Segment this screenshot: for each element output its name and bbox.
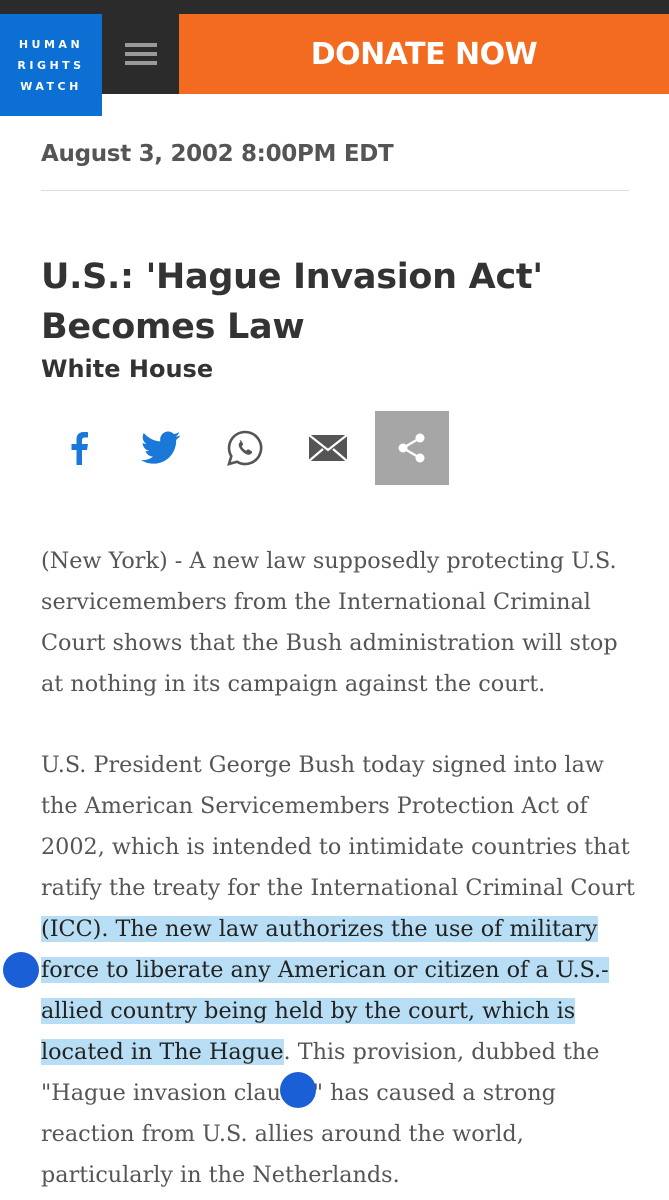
menu-button[interactable] xyxy=(102,14,179,94)
article-title: U.S.: 'Hague Invasion Act' Becomes Law xyxy=(41,252,641,352)
title-line-1: U.S.: 'Hague Invasion Act' xyxy=(41,257,543,297)
selection-start-handle[interactable] xyxy=(3,952,39,988)
share-button[interactable] xyxy=(375,411,449,485)
whatsapp-share-button[interactable] xyxy=(213,411,277,485)
logo-line-3: WATCH xyxy=(20,79,82,93)
facebook-icon xyxy=(71,432,88,465)
share-bar xyxy=(41,411,461,485)
paragraph-2-text-before: U.S. President George Bush today signed … xyxy=(41,752,635,901)
status-bar xyxy=(0,0,669,14)
article-date: August 3, 2002 8:00PM EDT xyxy=(41,141,394,167)
twitter-icon xyxy=(141,431,181,464)
share-icon xyxy=(398,433,425,463)
selection-end-handle[interactable] xyxy=(280,1072,316,1108)
hamburger-menu-icon xyxy=(124,43,157,65)
logo-line-2: RIGHTS xyxy=(17,58,85,72)
donate-label: DONATE NOW xyxy=(310,36,538,72)
title-line-2: Becomes Law xyxy=(41,307,305,347)
article-paragraph-1: (New York) - A new law supposedly protec… xyxy=(41,548,618,697)
article-location: White House xyxy=(41,355,214,383)
email-icon xyxy=(308,434,348,462)
divider xyxy=(41,190,629,191)
logo-line-1: HUMAN xyxy=(18,37,84,51)
whatsapp-icon xyxy=(227,430,263,466)
donate-now-button[interactable]: DONATE NOW xyxy=(179,14,669,94)
facebook-share-button[interactable] xyxy=(49,411,109,485)
hrw-logo[interactable]: HUMAN RIGHTS WATCH xyxy=(0,14,102,116)
article-paragraph-2: U.S. President George Bush today signed … xyxy=(41,745,641,1196)
email-share-button[interactable] xyxy=(297,411,359,485)
site-header: HUMAN RIGHTS WATCH DONATE NOW xyxy=(0,14,669,116)
twitter-share-button[interactable] xyxy=(129,411,193,485)
